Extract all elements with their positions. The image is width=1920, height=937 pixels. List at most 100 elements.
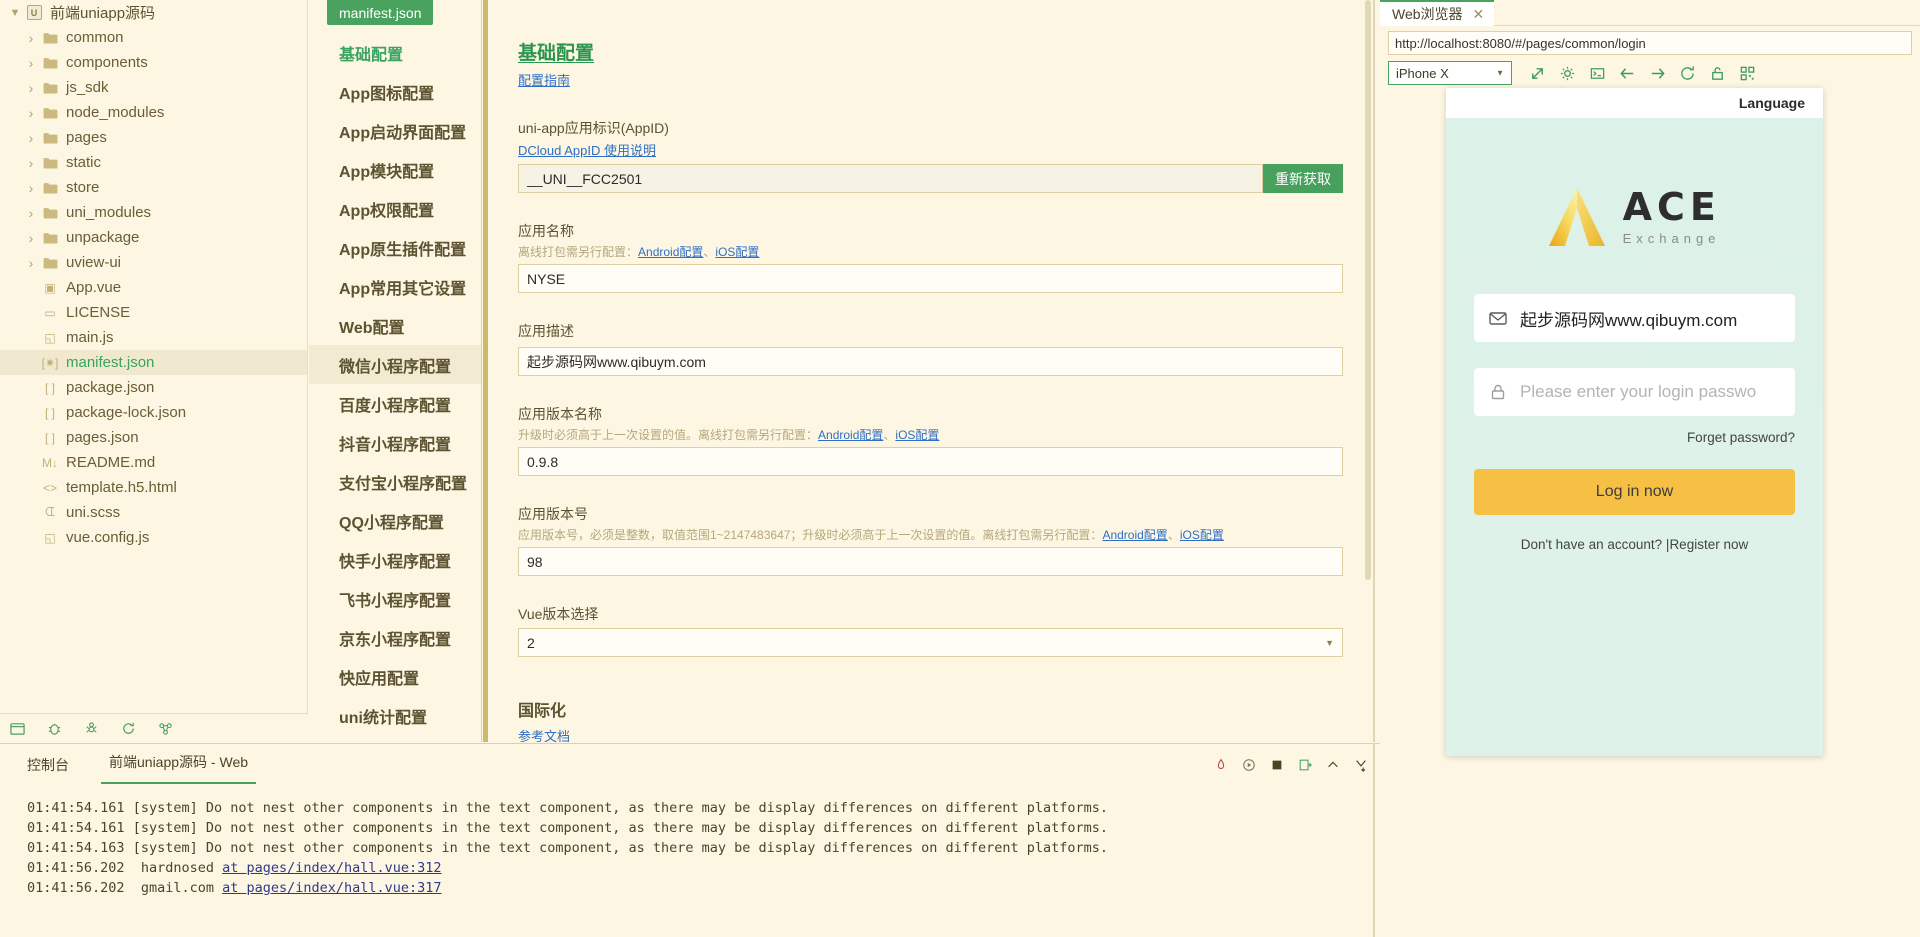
register-link[interactable]: Register now <box>1669 537 1748 552</box>
nav-item-6[interactable]: App常用其它设置 <box>309 267 481 306</box>
tree-item-pages-json[interactable]: [ ]pages.json <box>0 425 307 450</box>
qrcode-icon[interactable] <box>1732 61 1762 85</box>
network-icon[interactable] <box>158 721 173 736</box>
back-arrow-icon[interactable] <box>1612 61 1642 85</box>
tree-item-common[interactable]: ›common <box>0 25 307 50</box>
nav-item-2[interactable]: App启动界面配置 <box>309 111 481 150</box>
nav-item-5[interactable]: App原生插件配置 <box>309 228 481 267</box>
app-desc-input[interactable] <box>518 347 1343 376</box>
nav-item-11[interactable]: 支付宝小程序配置 <box>309 462 481 501</box>
tree-item-package-lock-json[interactable]: [ ]package-lock.json <box>0 400 307 425</box>
chevron-right-icon[interactable]: › <box>22 30 40 46</box>
nav-item-15[interactable]: 京东小程序配置 <box>309 618 481 657</box>
android-config-link-2[interactable]: Android配置 <box>818 428 883 442</box>
open-external-icon[interactable] <box>1522 61 1552 85</box>
log-source-link[interactable]: at pages/index/hall.vue:317 <box>222 880 441 896</box>
app-name-input[interactable] <box>518 264 1343 293</box>
log-source-link[interactable]: at pages/index/hall.vue:312 <box>222 860 441 876</box>
tree-item-uview-ui[interactable]: ›uview-ui <box>0 250 307 275</box>
nav-item-14[interactable]: 飞书小程序配置 <box>309 579 481 618</box>
project-icon[interactable] <box>10 721 25 736</box>
tab-web-browser[interactable]: Web浏览器 ✕ <box>1380 0 1494 26</box>
ios-config-link-3[interactable]: iOS配置 <box>1180 528 1224 542</box>
tree-item-pages[interactable]: ›pages <box>0 125 307 150</box>
chevron-right-icon[interactable]: › <box>22 230 40 246</box>
device-selector[interactable]: iPhone X ▼ <box>1388 61 1512 85</box>
version-code-input[interactable] <box>518 547 1343 576</box>
url-input[interactable] <box>1388 31 1912 55</box>
chevron-right-icon[interactable]: › <box>22 80 40 96</box>
settings-gear-icon[interactable] <box>1552 61 1582 85</box>
manifest-tab[interactable]: manifest.json <box>327 0 433 25</box>
tree-item-uni_modules[interactable]: ›uni_modules <box>0 200 307 225</box>
tree-item-static[interactable]: ›static <box>0 150 307 175</box>
ant-icon[interactable] <box>84 721 99 736</box>
collapse-icon[interactable] <box>1326 758 1340 772</box>
nav-item-17[interactable]: uni统计配置 <box>309 696 481 735</box>
chevron-right-icon[interactable]: › <box>22 255 40 271</box>
chevron-right-icon[interactable]: › <box>22 105 40 121</box>
ios-config-link-2[interactable]: iOS配置 <box>895 428 939 442</box>
nav-item-10[interactable]: 抖音小程序配置 <box>309 423 481 462</box>
i18n-doc-link[interactable]: 参考文档 <box>518 726 570 742</box>
console-terminal-icon[interactable] <box>1582 61 1612 85</box>
dcloud-appid-link[interactable]: DCloud AppID 使用说明 <box>518 140 656 159</box>
close-icon[interactable]: ✕ <box>1473 6 1485 23</box>
tree-item-package-json[interactable]: [ ]package.json <box>0 375 307 400</box>
tree-root-project[interactable]: ▼ U 前端uniapp源码 <box>0 0 307 25</box>
regenerate-appid-button[interactable]: 重新获取 <box>1263 164 1343 193</box>
bug-icon[interactable] <box>47 721 62 736</box>
tree-item-uni-scss[interactable]: ᗭuni.scss <box>0 500 307 525</box>
tree-item-license[interactable]: ▭LICENSE <box>0 300 307 325</box>
terminate-icon[interactable] <box>1270 758 1284 772</box>
scroll-end-icon[interactable] <box>1354 758 1368 772</box>
version-name-input[interactable] <box>518 447 1343 476</box>
tree-item-store[interactable]: ›store <box>0 175 307 200</box>
nav-item-13[interactable]: 快手小程序配置 <box>309 540 481 579</box>
tree-item-js_sdk[interactable]: ›js_sdk <box>0 75 307 100</box>
appid-input[interactable] <box>518 164 1263 193</box>
tree-item-readme-md[interactable]: M↓README.md <box>0 450 307 475</box>
unlock-icon[interactable] <box>1702 61 1732 85</box>
password-field[interactable]: Please enter your login passwo <box>1474 368 1795 416</box>
tree-item-manifest-json[interactable]: [✷]manifest.json <box>0 350 307 375</box>
forgot-password-link[interactable]: Forget password? <box>1474 430 1795 445</box>
nav-item-1[interactable]: App图标配置 <box>309 72 481 111</box>
login-button[interactable]: Log in now <box>1474 469 1795 515</box>
stop-icon[interactable] <box>1214 758 1228 772</box>
chevron-down-icon[interactable]: ▼ <box>6 7 24 19</box>
chevron-right-icon[interactable]: › <box>22 55 40 71</box>
nav-item-3[interactable]: App模块配置 <box>309 150 481 189</box>
chevron-right-icon[interactable]: › <box>22 130 40 146</box>
forward-arrow-icon[interactable] <box>1642 61 1672 85</box>
nav-item-4[interactable]: App权限配置 <box>309 189 481 228</box>
tree-item-app-vue[interactable]: ▣App.vue <box>0 275 307 300</box>
vue-version-select[interactable] <box>518 628 1343 657</box>
android-config-link-1[interactable]: Android配置 <box>638 245 703 259</box>
email-field[interactable]: 起步源码网www.qibuym.com <box>1474 294 1795 342</box>
ios-config-link-1[interactable]: iOS配置 <box>715 245 759 259</box>
scrollbar-thumb[interactable] <box>1365 0 1371 580</box>
tree-item-template-h5-html[interactable]: <>template.h5.html <box>0 475 307 500</box>
chevron-right-icon[interactable]: › <box>22 155 40 171</box>
chevron-right-icon[interactable]: › <box>22 180 40 196</box>
nav-item-0[interactable]: 基础配置 <box>309 33 481 72</box>
tree-item-components[interactable]: ›components <box>0 50 307 75</box>
export-icon[interactable] <box>1298 758 1312 772</box>
refresh-icon[interactable] <box>121 721 136 736</box>
android-config-link-3[interactable]: Android配置 <box>1102 528 1167 542</box>
tree-item-main-js[interactable]: ◱main.js <box>0 325 307 350</box>
config-guide-link[interactable]: 配置指南 <box>518 70 570 89</box>
tree-item-unpackage[interactable]: ›unpackage <box>0 225 307 250</box>
console-tab-active[interactable]: 前端uniapp源码 - Web <box>109 752 248 778</box>
reload-icon[interactable] <box>1672 61 1702 85</box>
nav-item-16[interactable]: 快应用配置 <box>309 657 481 696</box>
tree-item-node_modules[interactable]: ›node_modules <box>0 100 307 125</box>
nav-item-9[interactable]: 百度小程序配置 <box>309 384 481 423</box>
nav-item-7[interactable]: Web配置 <box>309 306 481 345</box>
tree-item-vue-config-js[interactable]: ◱vue.config.js <box>0 525 307 550</box>
nav-item-12[interactable]: QQ小程序配置 <box>309 501 481 540</box>
console-output[interactable]: 01:41:54.161 [system] Do not nest other … <box>0 786 1380 898</box>
form-scrollbar[interactable] <box>1363 0 1373 742</box>
chevron-right-icon[interactable]: › <box>22 205 40 221</box>
